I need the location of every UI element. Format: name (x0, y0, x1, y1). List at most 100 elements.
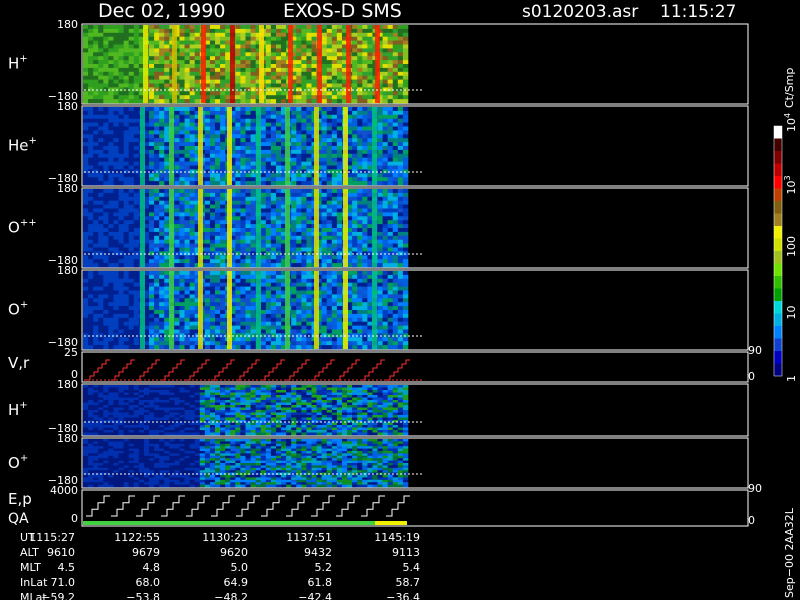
spectrogram-cell (326, 231, 333, 237)
spectrogram-cell (103, 161, 109, 166)
spectrogram-cell (306, 110, 312, 116)
spectrogram-cell (154, 259, 160, 264)
spectrogram-cell (133, 181, 140, 186)
spectrogram-cell (88, 32, 94, 37)
spectrogram-cell (321, 286, 328, 291)
spectrogram-cell (321, 75, 328, 80)
spectrogram-cell (88, 40, 94, 45)
spectrogram-cell (250, 228, 256, 233)
spectrogram-cell (128, 173, 135, 178)
spectrogram-cell (326, 216, 333, 221)
spectrogram-cell (159, 220, 165, 225)
spectrogram-cell (326, 95, 333, 100)
spectrogram-cell (260, 114, 267, 119)
spectrogram-cell (128, 271, 135, 276)
spectrogram-cell (362, 95, 368, 100)
spectrogram-cell (336, 271, 343, 276)
spectrogram-cell (352, 224, 358, 229)
spectrogram-cell (184, 95, 190, 100)
spectrogram-cell (93, 282, 99, 287)
spectrogram-cell (392, 263, 399, 268)
spectrogram-cell (209, 107, 216, 112)
spectrogram-cell (179, 91, 185, 96)
spectrogram-cell (128, 149, 135, 155)
spectrogram-cell (164, 122, 170, 127)
spectrogram-cell (306, 306, 312, 311)
spectrogram-cell (367, 220, 373, 225)
spectrogram-cell (275, 40, 282, 45)
spectrogram-cell (270, 302, 277, 307)
spectrogram-cell (123, 36, 130, 41)
spectrogram-cell (225, 28, 231, 34)
spectrogram-cell (392, 231, 399, 237)
spectrogram-cell (326, 329, 333, 334)
spectrogram-cell (250, 83, 256, 88)
spectrogram-cell (321, 118, 328, 123)
spectrogram-cell (204, 114, 211, 119)
spectrogram-cell (357, 196, 363, 201)
spectrogram-cell (179, 192, 185, 198)
spectrogram-cell (215, 95, 221, 100)
spectrogram-cell (108, 200, 114, 205)
spectrogram-cell (265, 298, 272, 303)
panel-ytop: 180 (57, 264, 78, 277)
spectrogram-cell (275, 192, 282, 198)
spectrogram-cell (108, 212, 114, 217)
spectrogram-cell (179, 228, 185, 233)
spectrogram-cell (331, 329, 338, 334)
spectrogram-cell (402, 177, 409, 182)
spectrogram-cell (296, 79, 302, 84)
spectrogram-cell (265, 71, 272, 76)
spectrogram-cell (291, 204, 297, 209)
spectrogram-cell (352, 313, 358, 319)
spectrogram-cell (179, 118, 185, 123)
spectrogram-cell (260, 317, 267, 322)
spectrogram-cell (275, 107, 282, 112)
spectrogram-cell (159, 134, 165, 139)
spectrogram-cell (291, 220, 297, 225)
spectrogram-cell (296, 28, 302, 34)
spectrogram-cell (133, 259, 140, 264)
spectrogram-cell (387, 134, 394, 139)
spectrogram-cell (362, 235, 368, 240)
spectrogram-cell (149, 60, 155, 65)
spectrogram-cell (184, 294, 190, 299)
spectrogram-cell (93, 138, 99, 143)
spectrogram-cell (311, 79, 317, 84)
spectrogram-cell (154, 212, 160, 217)
spectrogram-cell (291, 239, 297, 244)
spectrogram-cell (164, 114, 170, 119)
spectrogram-cell (88, 83, 94, 88)
spectrogram-cell (154, 32, 160, 37)
spectrogram-cell (240, 48, 246, 53)
panel-ytop: 180 (57, 100, 78, 113)
spectrogram-cell (301, 28, 307, 34)
spectrogram-cell (306, 130, 312, 135)
spectrogram-cell (209, 239, 216, 244)
spectrogram-cell (240, 161, 246, 166)
spectrogram-cell (184, 71, 190, 76)
spectrogram-cell (240, 75, 246, 80)
spectrogram-cell (93, 118, 99, 123)
spectrogram-cell (123, 60, 130, 65)
spectrogram-cell (220, 306, 226, 311)
spectrogram-cell (184, 52, 190, 57)
spectrogram-cell (194, 25, 201, 30)
spectrogram-cell (154, 134, 160, 139)
spectrogram-cell (179, 107, 185, 112)
spectrogram-cell (88, 173, 94, 178)
spectrogram-cell (184, 64, 190, 69)
spectrogram-cell (179, 313, 185, 319)
spectrogram-cell (184, 278, 190, 283)
spectrogram-cell (179, 310, 185, 315)
spectrogram-cell (204, 235, 211, 240)
spectrogram-cell (215, 220, 221, 225)
spectrogram-cell (103, 91, 109, 96)
spectrogram-cell (275, 32, 282, 37)
spectrogram-cell (377, 216, 383, 221)
spectrogram-cell (204, 228, 211, 233)
spectrogram-cell (265, 173, 272, 178)
spectrogram-cell (331, 337, 338, 342)
spectrogram-cell (301, 36, 307, 41)
spectrogram-cell (352, 138, 358, 143)
